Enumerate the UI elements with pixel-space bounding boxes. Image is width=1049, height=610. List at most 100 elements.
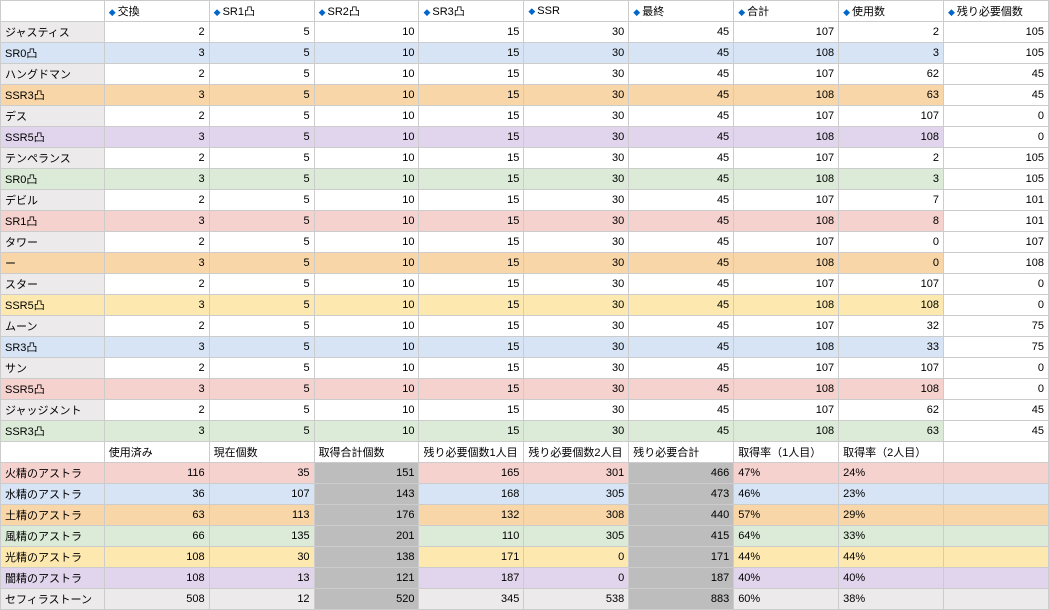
cell[interactable]: 35 — [209, 463, 314, 484]
cell[interactable]: 30 — [524, 379, 629, 400]
cell[interactable]: 107 — [734, 316, 839, 337]
col-header[interactable] — [1, 442, 105, 463]
cell[interactable]: 15 — [419, 127, 524, 148]
cell[interactable]: 45 — [629, 43, 734, 64]
cell[interactable]: 38% — [839, 589, 944, 610]
row-label[interactable]: サン — [1, 358, 105, 379]
cell[interactable]: 0 — [944, 127, 1049, 148]
cell[interactable]: 10 — [314, 316, 419, 337]
cell[interactable]: 108 — [734, 85, 839, 106]
cell[interactable]: 143 — [314, 484, 419, 505]
cell[interactable]: 40% — [839, 568, 944, 589]
cell[interactable]: 15 — [419, 148, 524, 169]
cell[interactable]: 107 — [944, 232, 1049, 253]
cell[interactable]: 176 — [314, 505, 419, 526]
cell[interactable]: 2 — [104, 400, 209, 421]
cell[interactable]: 520 — [314, 589, 419, 610]
cell[interactable]: 30 — [524, 211, 629, 232]
cell[interactable]: 5 — [209, 43, 314, 64]
cell[interactable]: 64% — [734, 526, 839, 547]
cell[interactable]: 45 — [629, 127, 734, 148]
cell[interactable]: 10 — [314, 127, 419, 148]
cell[interactable]: 5 — [209, 337, 314, 358]
cell[interactable]: 3 — [104, 85, 209, 106]
cell[interactable]: 75 — [944, 337, 1049, 358]
cell[interactable]: 12 — [209, 589, 314, 610]
cell[interactable]: 0 — [944, 295, 1049, 316]
cell[interactable]: 15 — [419, 190, 524, 211]
cell[interactable]: 47% — [734, 463, 839, 484]
cell[interactable]: 305 — [524, 526, 629, 547]
cell[interactable]: 108 — [839, 295, 944, 316]
row-label[interactable]: ムーン — [1, 316, 105, 337]
cell[interactable]: 10 — [314, 190, 419, 211]
col-header[interactable]: 現在個数 — [209, 442, 314, 463]
cell[interactable]: 30 — [524, 358, 629, 379]
cell[interactable]: 10 — [314, 43, 419, 64]
cell[interactable]: 15 — [419, 337, 524, 358]
row-label[interactable]: SR3凸 — [1, 337, 105, 358]
cell[interactable]: 45 — [944, 64, 1049, 85]
cell[interactable]: 23% — [839, 484, 944, 505]
cell[interactable]: 15 — [419, 421, 524, 442]
cell[interactable]: 5 — [209, 127, 314, 148]
cell[interactable]: 15 — [419, 85, 524, 106]
cell[interactable]: 0 — [839, 232, 944, 253]
cell[interactable]: 3 — [104, 295, 209, 316]
cell[interactable]: 15 — [419, 106, 524, 127]
cell[interactable]: 3 — [104, 421, 209, 442]
cell[interactable]: 10 — [314, 85, 419, 106]
cell[interactable]: 30 — [524, 295, 629, 316]
cell[interactable]: 30 — [524, 148, 629, 169]
cell[interactable]: 101 — [944, 190, 1049, 211]
cell[interactable]: 466 — [629, 463, 734, 484]
col-header[interactable]: ◆SR3凸 — [419, 1, 524, 22]
row-label[interactable]: テンペランス — [1, 148, 105, 169]
cell[interactable]: 30 — [524, 64, 629, 85]
cell[interactable]: 5 — [209, 253, 314, 274]
cell[interactable]: 2 — [104, 316, 209, 337]
cell[interactable]: 3 — [839, 169, 944, 190]
cell[interactable]: 10 — [314, 169, 419, 190]
cell[interactable]: 3 — [104, 169, 209, 190]
cell[interactable]: 107 — [839, 106, 944, 127]
cell[interactable]: 10 — [314, 421, 419, 442]
col-header[interactable]: 取得率（1人目） — [734, 442, 839, 463]
row-label[interactable]: スター — [1, 274, 105, 295]
col-header[interactable]: 取得率（2人目） — [839, 442, 944, 463]
row-label[interactable]: SSR5凸 — [1, 379, 105, 400]
cell[interactable]: 33 — [839, 337, 944, 358]
cell[interactable]: 5 — [209, 190, 314, 211]
cell[interactable]: 108 — [839, 379, 944, 400]
cell[interactable]: 10 — [314, 64, 419, 85]
cell[interactable]: 415 — [629, 526, 734, 547]
row-label[interactable]: 光精のアストラ — [1, 547, 105, 568]
cell[interactable]: 15 — [419, 379, 524, 400]
cell[interactable]: 107 — [734, 64, 839, 85]
cell[interactable]: 108 — [104, 568, 209, 589]
cell[interactable]: 30 — [209, 547, 314, 568]
cell[interactable]: 32 — [839, 316, 944, 337]
cell[interactable]: 108 — [839, 127, 944, 148]
cell[interactable]: 30 — [524, 169, 629, 190]
cell[interactable]: 2 — [104, 64, 209, 85]
cell[interactable]: 5 — [209, 421, 314, 442]
cell[interactable]: 3 — [104, 211, 209, 232]
cell[interactable]: 45 — [629, 190, 734, 211]
cell[interactable]: 15 — [419, 169, 524, 190]
cell[interactable]: 107 — [734, 148, 839, 169]
cell[interactable]: 3 — [839, 43, 944, 64]
cell[interactable]: 30 — [524, 85, 629, 106]
empty-cell[interactable] — [944, 526, 1049, 547]
cell[interactable]: 3 — [104, 379, 209, 400]
row-label[interactable]: 水精のアストラ — [1, 484, 105, 505]
cell[interactable]: 45 — [629, 274, 734, 295]
cell[interactable]: 3 — [104, 43, 209, 64]
cell[interactable]: 151 — [314, 463, 419, 484]
cell[interactable]: 108 — [104, 547, 209, 568]
cell[interactable]: 165 — [419, 463, 524, 484]
col-header[interactable]: 残り必要合計 — [629, 442, 734, 463]
cell[interactable]: 2 — [839, 148, 944, 169]
cell[interactable]: 107 — [734, 274, 839, 295]
cell[interactable]: 0 — [524, 547, 629, 568]
